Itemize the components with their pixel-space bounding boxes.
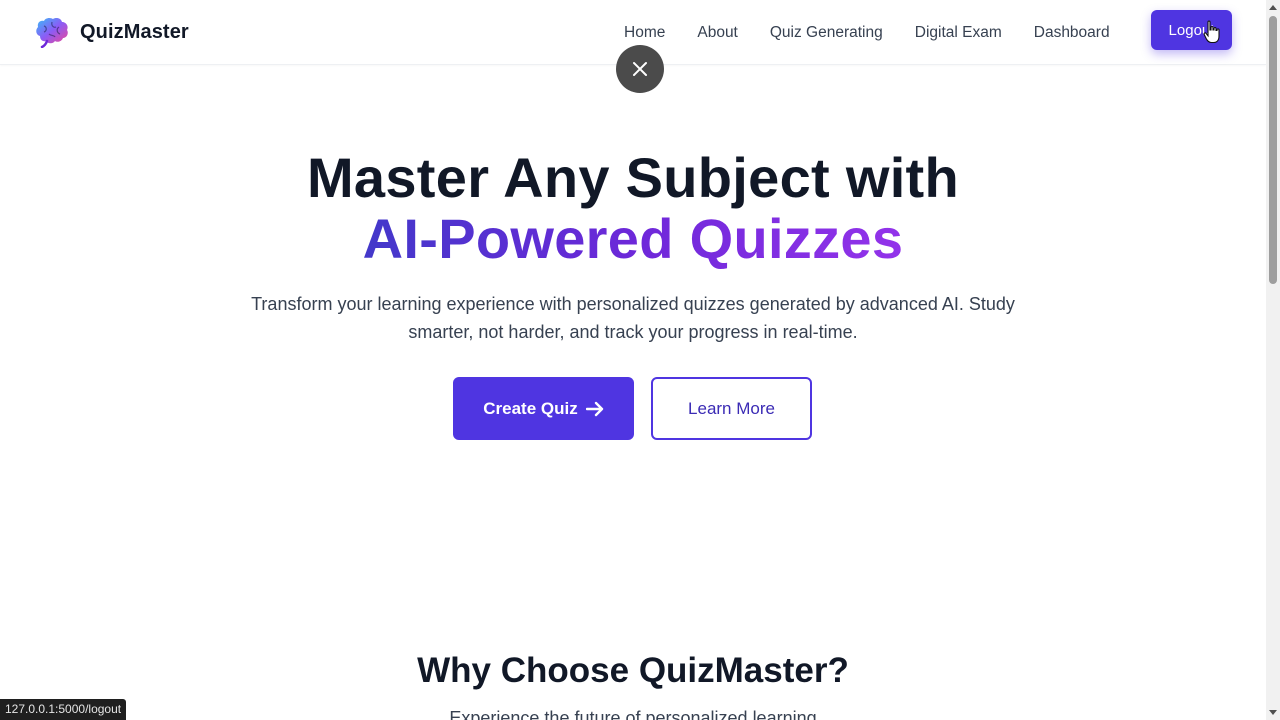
vertical-scrollbar[interactable] bbox=[1266, 0, 1280, 720]
hero-title-highlight: AI-Powered Quizzes bbox=[0, 207, 1266, 271]
nav-digital-exam[interactable]: Digital Exam bbox=[915, 22, 1002, 44]
hero-title: Master Any Subject with bbox=[306, 146, 960, 209]
hero-title-gradient-text: AI-Powered Quizzes bbox=[362, 207, 904, 270]
link-status-bar: 127.0.0.1:5000/logout bbox=[0, 699, 127, 720]
nav-home[interactable]: Home bbox=[624, 22, 665, 44]
close-overlay-button[interactable] bbox=[616, 45, 664, 93]
features-subtitle: Experience the future of personalized le… bbox=[449, 708, 817, 720]
brand[interactable]: QuizMaster bbox=[34, 16, 189, 48]
create-quiz-button[interactable]: Create Quiz bbox=[453, 377, 634, 440]
hero-subtitle: Transform your learning experience with … bbox=[251, 294, 1015, 342]
page: QuizMaster Home About Quiz Generating Di… bbox=[0, 0, 1280, 720]
nav-quiz-generating[interactable]: Quiz Generating bbox=[770, 22, 883, 44]
nav-about[interactable]: About bbox=[697, 22, 738, 44]
brain-icon bbox=[36, 17, 68, 48]
main-nav: Home About Quiz Generating Digital Exam … bbox=[624, 22, 1142, 44]
close-icon bbox=[633, 62, 647, 76]
arrow-right-icon bbox=[585, 401, 603, 416]
scrollbar-thumb[interactable] bbox=[1269, 16, 1277, 284]
learn-more-button[interactable]: Learn More bbox=[651, 377, 812, 440]
scroll-down-arrow-icon[interactable] bbox=[1266, 706, 1280, 720]
pointer-cursor-icon bbox=[1203, 20, 1220, 44]
features-title: Why Choose QuizMaster? bbox=[417, 651, 849, 690]
nav-dashboard[interactable]: Dashboard bbox=[1034, 22, 1110, 44]
scroll-up-arrow-icon[interactable] bbox=[1266, 0, 1280, 14]
brand-name: QuizMaster bbox=[80, 20, 189, 43]
create-quiz-label: Create Quiz bbox=[483, 398, 578, 418]
